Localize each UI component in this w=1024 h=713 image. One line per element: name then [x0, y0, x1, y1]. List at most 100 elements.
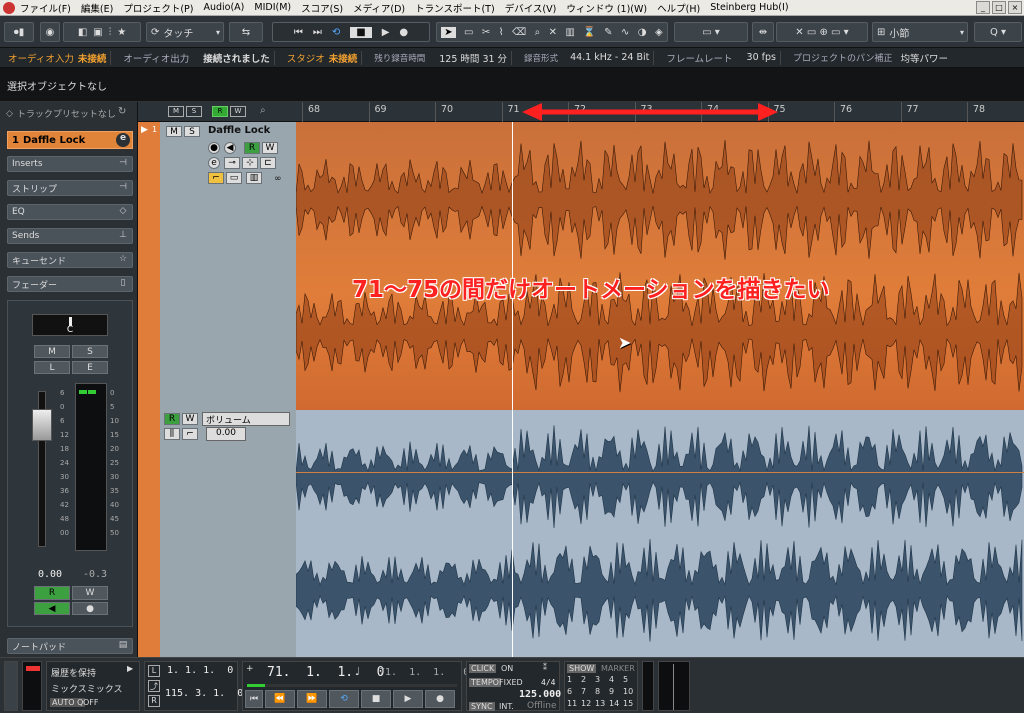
inspector-track-name[interactable]: 1 Daffle Lock e	[7, 131, 133, 149]
color-tool-icon[interactable]: ◈	[655, 27, 663, 38]
lock-icon[interactable]: ⌐	[208, 172, 224, 184]
refresh-icon[interactable]: ↻	[118, 106, 126, 117]
sync-value[interactable]: INT.	[499, 702, 514, 711]
play-button[interactable]: ▶	[393, 690, 423, 708]
lane-read-button[interactable]: R	[164, 413, 180, 425]
range-selection-tool-icon[interactable]: ▭	[464, 27, 473, 38]
menu-media[interactable]: メディア(D)	[353, 1, 405, 15]
inspector-toggle-icon[interactable]: ◧	[78, 27, 87, 38]
menu-score[interactable]: スコア(S)	[301, 1, 343, 15]
primary-time-display[interactable]: 71. 1. 1. 0	[267, 665, 384, 680]
lane-write-button[interactable]: W	[182, 413, 198, 425]
global-read-icon[interactable]: R	[212, 106, 228, 117]
cubase-app-icon[interactable]	[3, 2, 15, 14]
marker-button[interactable]: 14	[609, 699, 619, 708]
folder-icon[interactable]: ▭	[226, 172, 242, 184]
peak-value[interactable]: -0.3	[83, 569, 107, 580]
sync-label[interactable]: SYNC	[469, 702, 495, 711]
global-write-icon[interactable]: W	[230, 106, 246, 117]
minimize-button[interactable]: _	[976, 1, 990, 14]
mute-tool-icon[interactable]: ✕	[549, 27, 557, 38]
marker-button[interactable]: 3	[595, 675, 600, 684]
marker-button[interactable]: 9	[609, 687, 614, 696]
menu-devices[interactable]: デバイス(V)	[505, 1, 557, 15]
lane-mute-icon[interactable]: ⫼	[164, 428, 180, 440]
menu-window[interactable]: ウィンドウ (1)(W)	[566, 1, 647, 15]
zoom-tool-icon[interactable]: ⌕	[535, 27, 541, 38]
stop-button[interactable]: ■	[361, 690, 391, 708]
record-mode-label[interactable]: 履歴を保持	[51, 666, 96, 679]
glue-tool-icon[interactable]: ⌇	[499, 27, 504, 38]
marker-button[interactable]: 15	[623, 699, 633, 708]
split-tool-icon[interactable]: ✂	[482, 27, 490, 38]
track-mute-button[interactable]: M	[166, 126, 182, 137]
record-icon[interactable]: ●	[399, 27, 408, 38]
mixer-toggle-icon[interactable]: ⫶	[109, 27, 112, 38]
menu-steinberg-hub[interactable]: Steinberg Hub(I)	[710, 2, 788, 13]
edit-button[interactable]: E	[72, 361, 108, 374]
show-markers-label[interactable]: SHOW	[567, 664, 597, 673]
automation-parameter-select[interactable]: ボリューム	[202, 412, 290, 426]
mute-button[interactable]: M	[34, 345, 70, 358]
click-value[interactable]: ON	[501, 664, 513, 673]
read-button[interactable]: R	[34, 586, 70, 600]
play-tool-icon[interactable]: ◑	[638, 27, 647, 38]
secondary-time-display[interactable]: 71. 1. 1. 0	[379, 667, 469, 678]
maximize-button[interactable]: □	[992, 1, 1006, 14]
time-warp-tool-icon[interactable]: ⌛	[583, 27, 595, 38]
auto-scroll-button[interactable]: ⇆	[229, 22, 263, 42]
click-label[interactable]: CLICK	[469, 664, 497, 673]
menu-file[interactable]: ファイル(F)	[20, 1, 71, 15]
grid-type-select[interactable]: ⊞ 小節 ▾	[872, 22, 968, 42]
volume-value[interactable]: 0.00	[38, 569, 62, 580]
go-to-end-icon[interactable]: ⏭	[313, 27, 322, 38]
cycle-button[interactable]: ⟲	[329, 690, 359, 708]
track-solo-button[interactable]: S	[184, 126, 200, 137]
menu-midi[interactable]: MIDI(M)	[254, 2, 291, 13]
draw-tool-icon[interactable]: ✎	[604, 27, 612, 38]
metronome-icon[interactable]: ⁑	[543, 663, 547, 672]
menu-audio[interactable]: Audio(A)	[203, 2, 244, 13]
rewind-button[interactable]: ⏪	[265, 690, 295, 708]
lane-lock-icon[interactable]: ⌐	[182, 428, 198, 440]
inspector-section-notepad[interactable]: ノートパッド ▤	[7, 638, 133, 654]
inspector-section-sends[interactable]: Sends ⊥	[7, 228, 133, 244]
automation-lane[interactable]	[296, 410, 1024, 657]
go-to-start-icon[interactable]: ⏮	[294, 27, 303, 38]
cycle-icon[interactable]: ⟲	[332, 27, 340, 38]
erase-tool-icon[interactable]: ⌫	[512, 27, 526, 38]
comp-tool-icon[interactable]: ▥	[565, 27, 574, 38]
editor-toggle-icon[interactable]: ▣	[93, 27, 102, 38]
left-locator-icon[interactable]: L	[148, 665, 160, 677]
snap-type-group[interactable]: ✕ ▭ ⊕ ▭ ▾	[776, 22, 868, 42]
audio-track-row[interactable]: ▶ 1 M S Daffle Lock ● ◀ R W e ⊸ ⊹ ⊏ ⌐ ▭ …	[138, 122, 296, 410]
star-icon[interactable]: ★	[117, 27, 126, 38]
audio-event[interactable]: 71～75の間だけオートメーションを描きたい ➤	[296, 122, 1024, 410]
marker-button[interactable]: 8	[595, 687, 600, 696]
monitor-button[interactable]: ◀	[34, 602, 70, 615]
bus-icon[interactable]: ▥	[246, 172, 262, 184]
track-preset-row[interactable]: ◇ トラックプリセットなし	[6, 107, 116, 121]
line-tool-icon[interactable]: ∿	[621, 27, 629, 38]
color-select[interactable]: ▭ ▾	[674, 22, 748, 42]
track-name[interactable]: Daffle Lock	[208, 125, 270, 136]
inspector-section-fader[interactable]: フェーダー ▯	[7, 276, 133, 292]
inspector-section-eq[interactable]: EQ ◇	[7, 204, 133, 220]
marker-button[interactable]: 4	[609, 675, 614, 684]
automation-mode-select[interactable]: ⟳ タッチ ▾	[146, 22, 224, 42]
record-mode-value[interactable]: ミックスミックス	[51, 682, 122, 695]
pan-control[interactable]: C	[32, 314, 108, 336]
marker-button[interactable]: 13	[595, 699, 605, 708]
tempo-label[interactable]: TEMPO	[469, 678, 501, 687]
project-cursor[interactable]	[512, 122, 513, 410]
fast-forward-button[interactable]: ⏩	[297, 690, 327, 708]
menu-project[interactable]: プロジェクト(P)	[123, 1, 193, 15]
pan-law-value[interactable]: 均等パワー	[900, 51, 948, 65]
record-enable-button[interactable]: ●	[72, 602, 108, 615]
marker-button[interactable]: 6	[567, 687, 572, 696]
track-color-strip[interactable]: ▶ 1	[138, 122, 160, 410]
inspector-section-inserts[interactable]: Inserts ⊣	[7, 156, 133, 172]
timebase-icon[interactable]: ⊏	[260, 157, 276, 169]
global-solo-icon[interactable]: S	[186, 106, 202, 117]
global-mute-icon[interactable]: M	[168, 106, 184, 117]
